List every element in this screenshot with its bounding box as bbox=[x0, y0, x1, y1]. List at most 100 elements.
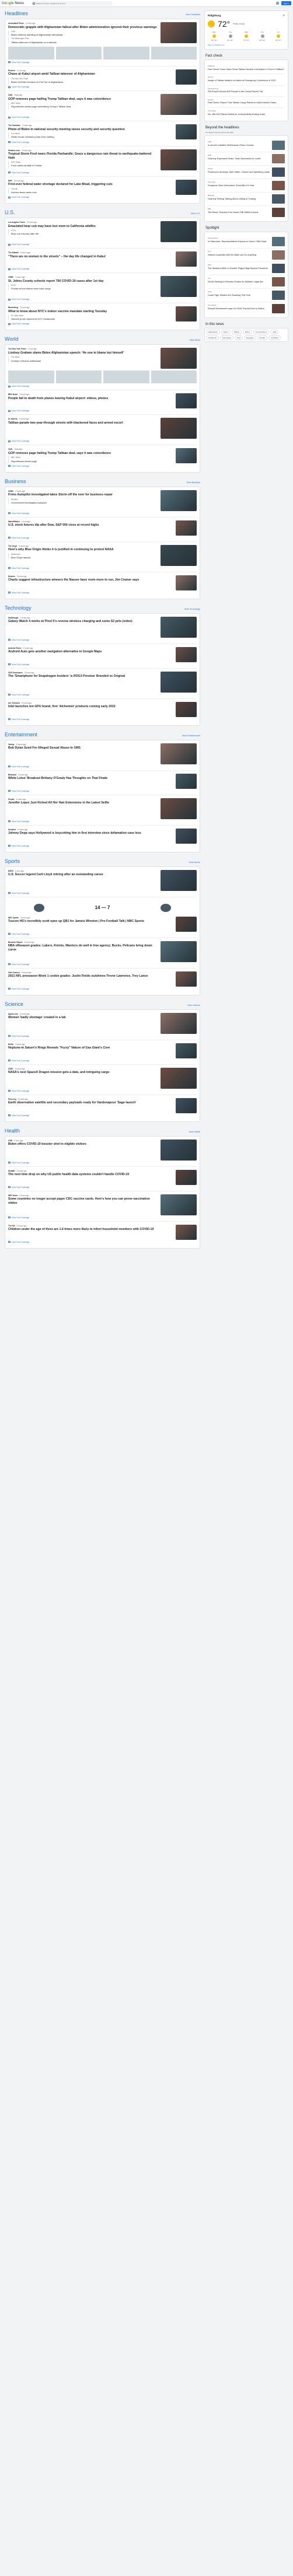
story-headline[interactable]: Tuscon HS's incredibly scott open up QB1… bbox=[8, 920, 172, 924]
search-input[interactable]: Search for topics, locations & sources bbox=[31, 1, 113, 6]
story-thumbnail[interactable] bbox=[176, 971, 197, 987]
story-thumbnail[interactable] bbox=[161, 743, 197, 764]
related-image[interactable] bbox=[8, 371, 54, 384]
source-name[interactable]: Billboard bbox=[8, 774, 16, 776]
story-headline[interactable]: Children under the age of three are 1.6 … bbox=[8, 1228, 172, 1232]
apps-grid-icon[interactable] bbox=[275, 2, 279, 5]
story-thumbnail[interactable] bbox=[161, 616, 197, 638]
story-headline[interactable]: Biden offers COVID-19 booster shot to el… bbox=[8, 1142, 157, 1147]
side-story[interactable]: WSJ The Weekend Birth of Greater Plague B… bbox=[208, 262, 285, 276]
source-name[interactable]: CNBC bbox=[8, 276, 13, 278]
source-name[interactable]: Associated Press bbox=[8, 22, 24, 25]
more-business-link[interactable]: More Business bbox=[187, 481, 200, 484]
full-coverage-link[interactable]: View Full Coverage bbox=[8, 718, 197, 721]
story-thumbnail[interactable] bbox=[176, 520, 197, 536]
story-headline[interactable]: First-ever federal water shortage declar… bbox=[8, 183, 172, 187]
story-thumbnail[interactable] bbox=[176, 701, 197, 717]
source-name[interactable]: NBC News bbox=[8, 1194, 18, 1197]
story-headline[interactable]: Earth observation satellite and secondar… bbox=[8, 1101, 172, 1105]
story-thumbnail[interactable] bbox=[176, 828, 197, 844]
section-title[interactable]: Business bbox=[5, 478, 26, 484]
story-thumbnail[interactable] bbox=[176, 251, 197, 267]
story-headline[interactable]: Jennifer Lopez Just Kicked All Her Hair … bbox=[8, 801, 157, 805]
story-headline[interactable]: White Lotus' Breakout Brittany O'Grady H… bbox=[8, 777, 172, 781]
sub-story[interactable]: USA Today Fred makes landfall in Florida bbox=[8, 161, 157, 167]
story-thumbnail[interactable] bbox=[161, 149, 197, 170]
story-headline[interactable]: U.S. stock futures dip after Dow, S&P 50… bbox=[8, 523, 172, 527]
full-coverage-link[interactable]: View Full Coverage bbox=[8, 323, 197, 325]
source-name[interactable]: Phys.org bbox=[8, 1098, 16, 1100]
side-story[interactable]: USA Today No, 450,000 Planes Rolled for U… bbox=[208, 108, 285, 118]
story-thumbnail[interactable] bbox=[176, 448, 197, 464]
full-coverage-link[interactable]: View Full Coverage bbox=[8, 639, 197, 641]
source-name[interactable]: Deadline bbox=[8, 829, 16, 831]
story-headline[interactable]: Intel launches ten GPU brand, first 'Alc… bbox=[8, 705, 172, 709]
story-headline[interactable]: Tropical Storm Fred nears Florida Panhan… bbox=[8, 152, 157, 160]
full-coverage-link[interactable]: View Full Coverage bbox=[8, 196, 197, 198]
weather-card[interactable]: Ridgeburg F 72° Partly cloudy Mon 84° 66° Tue 8… bbox=[204, 11, 288, 50]
source-name[interactable]: Los Angeles Times bbox=[8, 221, 25, 223]
related-image[interactable] bbox=[103, 46, 149, 60]
source-name[interactable]: WebMD bbox=[8, 1170, 15, 1172]
section-title[interactable]: World bbox=[5, 336, 18, 342]
story-headline[interactable]: Android Auto gets another navigation alt… bbox=[8, 650, 172, 654]
side-story[interactable]: FactCheck.org FBI Empire Moved 600 People… bbox=[208, 86, 285, 97]
story-headline[interactable]: Chaos at Kabul airport amid Taliban take… bbox=[8, 72, 172, 76]
source-name[interactable]: ESPN bbox=[8, 870, 13, 872]
full-coverage-link[interactable]: View Full Coverage bbox=[8, 385, 197, 387]
story-thumbnail[interactable] bbox=[176, 916, 197, 932]
source-name[interactable]: MarketWatch bbox=[8, 520, 20, 523]
full-coverage-link[interactable]: View Full Coverage bbox=[8, 537, 197, 539]
source-name[interactable]: The New York Times bbox=[8, 348, 26, 350]
source-name[interactable]: Ars Technica bbox=[8, 702, 20, 704]
topic-chip[interactable]: Florida bbox=[257, 335, 267, 341]
story-thumbnail[interactable] bbox=[176, 69, 197, 85]
full-coverage-link[interactable]: View Full Coverage bbox=[8, 172, 197, 174]
side-story[interactable]: The Atlantic Russell Wordsworth says 'It'… bbox=[208, 302, 285, 315]
story-headline[interactable]: NBA offseason grades: Lakers, Knicks, Wa… bbox=[8, 944, 157, 952]
topic-chip[interactable]: Kabul bbox=[221, 330, 231, 335]
story-headline[interactable]: Some countries no longer accept paper CD… bbox=[8, 1197, 157, 1205]
topic-chip[interactable]: Taliban bbox=[231, 330, 242, 335]
source-name[interactable]: Android Police bbox=[8, 647, 22, 649]
sub-story[interactable]: CNN Biden defends handling of Afghanistan… bbox=[8, 30, 157, 37]
story-thumbnail[interactable] bbox=[161, 869, 197, 891]
story-thumbnail[interactable] bbox=[176, 393, 197, 409]
story-headline[interactable]: U.S. Soccer legend Carli Lloyd retiring … bbox=[8, 873, 157, 877]
google-news-logo[interactable]: Google News bbox=[2, 2, 24, 5]
full-coverage-link[interactable]: View Full Coverage bbox=[8, 243, 197, 246]
source-name[interactable]: Reuters bbox=[8, 69, 15, 72]
full-coverage-link[interactable]: View Full Coverage bbox=[8, 988, 197, 990]
related-image[interactable] bbox=[8, 46, 54, 60]
side-story[interactable]: Snopes Fact Check: Report That Taliban Ca… bbox=[208, 97, 285, 109]
story-thumbnail[interactable] bbox=[176, 575, 197, 590]
story-thumbnail[interactable] bbox=[176, 306, 197, 322]
full-coverage-link[interactable]: View Full Coverage bbox=[8, 1090, 197, 1092]
full-coverage-link[interactable]: View Full Coverage bbox=[8, 116, 197, 118]
story-thumbnail[interactable] bbox=[176, 1043, 197, 1058]
side-story[interactable]: The Verge Gorgeous 'New Generation' Ghost… bbox=[208, 179, 285, 193]
section-title[interactable]: Headlines bbox=[5, 11, 28, 16]
story-headline[interactable]: Women 'badly shortage' created in a lab bbox=[8, 1016, 157, 1020]
story-headline[interactable]: Emaciated bear cub may have lost mom to … bbox=[8, 225, 157, 229]
source-name[interactable]: Al Jazeera bbox=[8, 418, 18, 420]
story-thumbnail[interactable] bbox=[161, 221, 197, 243]
story-headline[interactable]: "There are no women in the streets" – th… bbox=[8, 255, 172, 259]
side-story[interactable]: Axios Coast Tiger Whales Are Roaming This… bbox=[208, 289, 285, 303]
side-story[interactable]: NPR Grammy Expresses Music: Sean Astronau… bbox=[208, 152, 285, 166]
scoreboard[interactable]: 14 — 7 bbox=[8, 900, 197, 915]
story-headline[interactable]: Galaxy Watch 4 works w/ Pixel 5's revers… bbox=[8, 620, 157, 624]
sub-story[interactable]: Fox News Graham criticizes withdrawal bbox=[8, 356, 157, 362]
story-thumbnail[interactable] bbox=[161, 276, 197, 298]
sub-story[interactable]: NBC News Republicans delete page bbox=[8, 456, 172, 463]
story-headline[interactable]: The 'Smartphone for Snapdragon Insiders'… bbox=[8, 674, 157, 679]
full-coverage-link[interactable]: View Full Coverage bbox=[8, 1241, 197, 1243]
story-headline[interactable]: GOP removes page hailing Trump Taliban d… bbox=[8, 452, 172, 456]
source-name[interactable]: Weather.com bbox=[8, 149, 20, 152]
story-headline[interactable]: GOP removes page hailing Trump Taliban d… bbox=[8, 97, 157, 102]
section-title[interactable]: U.S. bbox=[5, 209, 15, 215]
source-name[interactable]: NPR bbox=[8, 180, 12, 182]
source-name[interactable]: CNBC bbox=[8, 490, 13, 492]
sub-story[interactable]: WJXT Florida school district sees case su… bbox=[8, 284, 157, 291]
related-image[interactable] bbox=[151, 371, 197, 384]
